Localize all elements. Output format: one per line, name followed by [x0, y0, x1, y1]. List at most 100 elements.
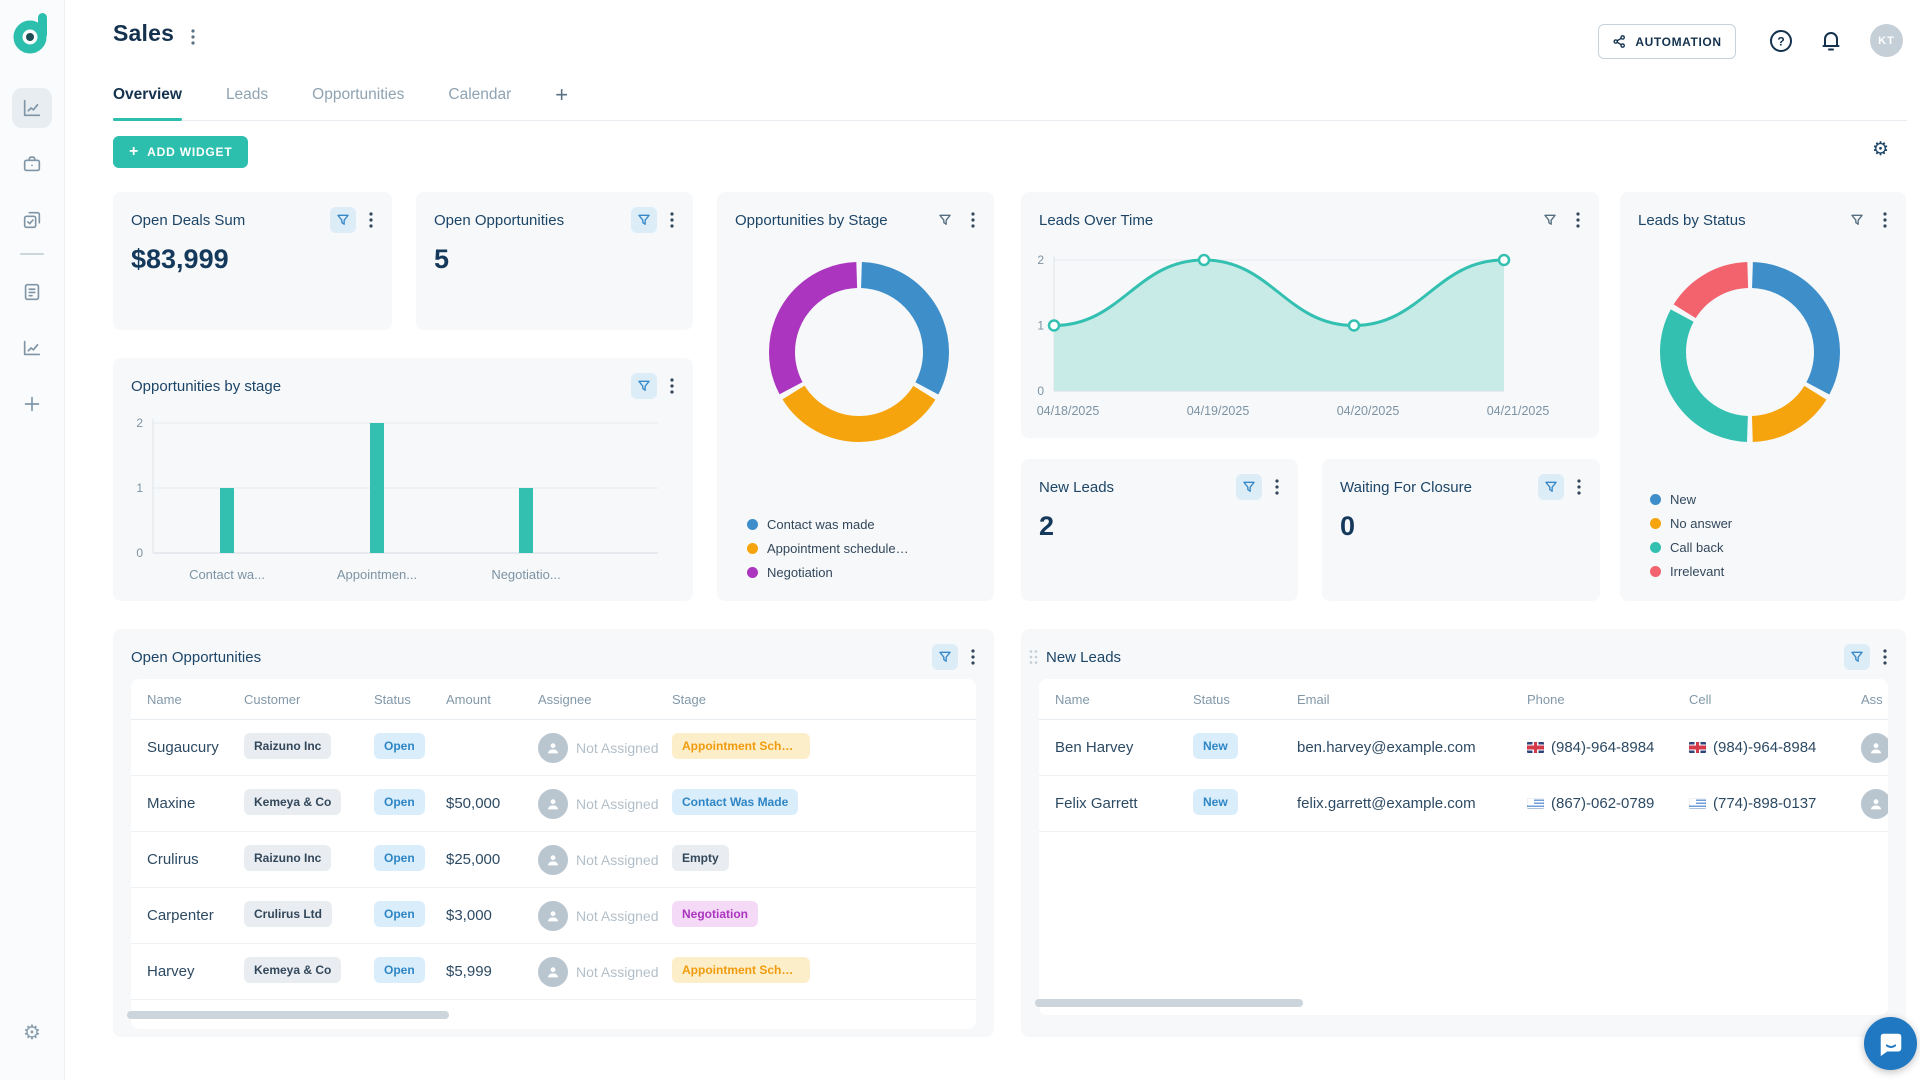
- automation-button[interactable]: AUTOMATION: [1598, 24, 1736, 59]
- tab-calendar[interactable]: Calendar: [448, 70, 511, 120]
- filter-icon[interactable]: [631, 207, 657, 233]
- column-header[interactable]: Email: [1297, 692, 1527, 707]
- legend-item[interactable]: Negotiation: [747, 565, 909, 580]
- legend-item[interactable]: Call back: [1650, 540, 1732, 555]
- sidebar-item-add[interactable]: [12, 384, 52, 424]
- tab-leads[interactable]: Leads: [226, 70, 268, 120]
- widget-menu-kebab-icon[interactable]: [1570, 474, 1588, 500]
- kpi-value: $83,999: [131, 244, 229, 275]
- table-row[interactable]: Carpenter Crulirus Ltd Open $3,000 Not A…: [131, 888, 976, 944]
- table-row[interactable]: Harvey Kemeya & Co Open $5,999 Not Assig…: [131, 944, 976, 1000]
- table-row[interactable]: Felix Garrett New felix.garrett@example.…: [1039, 776, 1888, 832]
- widget-menu-kebab-icon[interactable]: [964, 644, 982, 670]
- page-title-menu-kebab-icon[interactable]: [184, 24, 202, 50]
- column-header[interactable]: Ass: [1861, 692, 1888, 707]
- chart-legend: New No answer Call back Irrelevant: [1650, 492, 1732, 579]
- add-tab-button[interactable]: +: [555, 84, 568, 106]
- page-title: Sales: [113, 20, 174, 47]
- dashboard-settings-gear-icon[interactable]: ⚙: [1872, 138, 1889, 161]
- filter-icon[interactable]: [1537, 207, 1563, 233]
- table-row[interactable]: Ben Harvey New ben.harvey@example.com (9…: [1039, 720, 1888, 776]
- column-header[interactable]: Name: [147, 692, 244, 707]
- add-widget-button[interactable]: + ADD WIDGET: [113, 136, 248, 168]
- opportunity-name: Harvey: [147, 963, 244, 980]
- widget-menu-kebab-icon[interactable]: [1268, 474, 1286, 500]
- sidebar-item-reports[interactable]: [12, 272, 52, 312]
- widget-menu-kebab-icon[interactable]: [964, 207, 982, 233]
- filter-icon[interactable]: [330, 207, 356, 233]
- column-header[interactable]: Assignee: [538, 692, 672, 707]
- horizontal-scrollbar[interactable]: [127, 1011, 449, 1019]
- filter-icon[interactable]: [932, 207, 958, 233]
- sidebar-item-analytics[interactable]: [12, 328, 52, 368]
- widget-title: Opportunities by Stage: [735, 212, 932, 229]
- column-header[interactable]: Name: [1055, 692, 1193, 707]
- widget-menu-kebab-icon[interactable]: [663, 207, 681, 233]
- table-row[interactable]: Sugaucury Raizuno Inc Open Not Assigned …: [131, 720, 976, 776]
- legend-item[interactable]: New: [1650, 492, 1732, 507]
- widget-menu-kebab-icon[interactable]: [362, 207, 380, 233]
- filter-icon[interactable]: [1844, 207, 1870, 233]
- lead-phone: (867)-062-0789: [1527, 795, 1689, 812]
- app-logo[interactable]: [13, 12, 51, 54]
- tab-opportunities[interactable]: Opportunities: [312, 70, 404, 120]
- widget-menu-kebab-icon[interactable]: [1876, 207, 1894, 233]
- status-chip: Open: [374, 957, 425, 983]
- column-header[interactable]: Cell: [1689, 692, 1861, 707]
- legend-item[interactable]: Contact was made: [747, 517, 909, 532]
- widget-menu-kebab-icon[interactable]: [1876, 644, 1894, 670]
- filter-icon[interactable]: [1236, 474, 1262, 500]
- data-point[interactable]: [1499, 255, 1509, 265]
- assignee-cell: Not Assigned: [538, 957, 672, 987]
- notifications-bell-icon[interactable]: [1818, 28, 1844, 54]
- settings-gear-icon[interactable]: ⚙: [12, 1012, 52, 1052]
- data-point[interactable]: [1349, 321, 1359, 331]
- line-chart-icon: [21, 337, 43, 359]
- help-icon[interactable]: ?: [1768, 28, 1794, 54]
- widget-open-opportunities-count: Open Opportunities 5: [416, 192, 693, 330]
- assignee-cell: Not Assigned: [538, 733, 672, 763]
- widget-menu-kebab-icon[interactable]: [1569, 207, 1587, 233]
- svg-text:0: 0: [136, 546, 143, 560]
- unassigned-avatar: [538, 789, 568, 819]
- lead-name: Ben Harvey: [1055, 739, 1193, 756]
- automation-label: AUTOMATION: [1635, 35, 1721, 49]
- bar[interactable]: [519, 488, 533, 553]
- data-point[interactable]: [1199, 255, 1209, 265]
- filter-icon[interactable]: [932, 644, 958, 670]
- column-header[interactable]: Stage: [672, 692, 960, 707]
- chat-bubble-icon: [1877, 1030, 1905, 1058]
- bar[interactable]: [370, 423, 384, 553]
- column-header[interactable]: Customer: [244, 692, 374, 707]
- user-avatar[interactable]: KT: [1870, 24, 1903, 57]
- sidebar-item-deals[interactable]: [12, 144, 52, 184]
- column-header[interactable]: Amount: [446, 692, 538, 707]
- legend-item[interactable]: Irrelevant: [1650, 564, 1732, 579]
- horizontal-scrollbar[interactable]: [1035, 999, 1303, 1007]
- opportunity-name: Sugaucury: [147, 739, 244, 756]
- copy-check-icon: [21, 209, 43, 231]
- table-row[interactable]: Crulirus Raizuno Inc Open $25,000 Not As…: [131, 832, 976, 888]
- svg-text:Contact wa...: Contact wa...: [189, 567, 265, 582]
- filter-icon[interactable]: [1538, 474, 1564, 500]
- bar[interactable]: [220, 488, 234, 553]
- column-header[interactable]: Phone: [1527, 692, 1689, 707]
- filter-icon[interactable]: [1844, 644, 1870, 670]
- kpi-value: 2: [1039, 511, 1054, 542]
- sidebar-item-activities[interactable]: [12, 200, 52, 240]
- table-row[interactable]: Maxine Kemeya & Co Open $50,000 Not Assi…: [131, 776, 976, 832]
- sidebar-item-dashboard[interactable]: [12, 88, 52, 128]
- add-widget-label: ADD WIDGET: [147, 145, 232, 159]
- column-header[interactable]: Status: [1193, 692, 1297, 707]
- lead-email: felix.garrett@example.com: [1297, 795, 1527, 812]
- drag-handle-icon[interactable]: [1029, 649, 1038, 665]
- tab-overview[interactable]: Overview: [113, 70, 182, 120]
- legend-item[interactable]: Appointment schedule…: [747, 541, 909, 556]
- legend-item[interactable]: No answer: [1650, 516, 1732, 531]
- chat-launcher-button[interactable]: [1864, 1017, 1917, 1070]
- lead-phone: (984)-964-8984: [1527, 739, 1689, 756]
- column-header[interactable]: Status: [374, 692, 446, 707]
- legend-label: Irrelevant: [1670, 564, 1724, 579]
- widget-leads-over-time: Leads Over Time 01204/18/202504/19/20250…: [1021, 192, 1599, 438]
- data-point[interactable]: [1049, 321, 1059, 331]
